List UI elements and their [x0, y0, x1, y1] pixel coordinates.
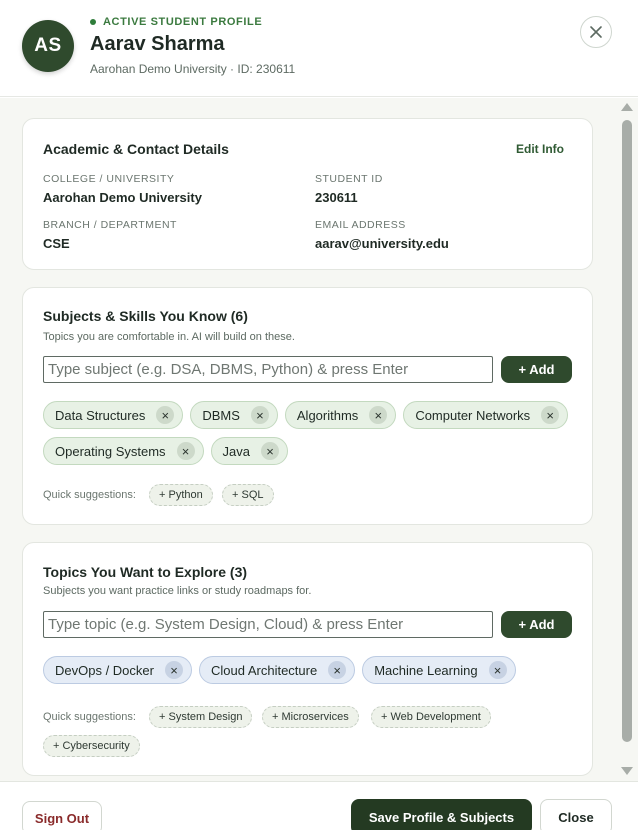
- explore-card: Topics You Want to Explore (3) Subjects …: [22, 542, 593, 776]
- remove-chip-icon[interactable]: ×: [261, 442, 280, 460]
- profile-name: Aarav Sharma: [90, 33, 225, 55]
- remove-chip-icon[interactable]: ×: [176, 442, 195, 460]
- scroll-down-arrow-icon[interactable]: [621, 767, 633, 775]
- close-button[interactable]: Close: [540, 799, 612, 830]
- status-text: ACTIVE STUDENT PROFILE: [103, 16, 263, 28]
- skill-chips-row-2: Operating Systems × Java ×: [43, 437, 289, 465]
- skill-chip: DBMS ×: [190, 401, 278, 429]
- scroll-up-arrow-icon[interactable]: [621, 103, 633, 111]
- chip-label: DevOps / Docker: [55, 662, 154, 678]
- avatar: AS: [22, 20, 74, 72]
- profile-scroll-area: Academic & Contact Details Edit Info COL…: [0, 98, 638, 781]
- remove-chip-icon[interactable]: ×: [164, 661, 183, 679]
- add-skill-button[interactable]: + Add: [501, 356, 572, 383]
- remove-chip-icon[interactable]: ×: [541, 406, 560, 424]
- status-indicator: ACTIVE STUDENT PROFILE: [90, 16, 262, 28]
- branch-value: CSE: [43, 236, 70, 251]
- academic-card-title: Academic & Contact Details: [43, 141, 229, 157]
- profile-subtitle: Aarohan Demo University · ID: 230611: [90, 62, 296, 76]
- chip-label: Algorithms: [296, 407, 359, 423]
- chip-label: DBMS: [202, 407, 240, 423]
- skill-chip: Operating Systems ×: [43, 437, 204, 465]
- skills-card-description: Topics you are comfortable in. AI will b…: [43, 331, 295, 343]
- suggestion-chip[interactable]: + Python: [149, 484, 213, 506]
- skill-input[interactable]: [43, 356, 493, 383]
- modal-footer: Sign Out Save Profile & Subjects Close: [0, 781, 638, 830]
- topic-chip: Machine Learning ×: [362, 656, 516, 684]
- suggestion-chip[interactable]: + System Design: [149, 706, 253, 728]
- chip-label: Java: [222, 443, 251, 459]
- topic-chip: DevOps / Docker ×: [43, 656, 192, 684]
- skills-suggestions-label: Quick suggestions:: [43, 489, 136, 501]
- topic-chip: Cloud Architecture ×: [198, 656, 356, 684]
- remove-chip-icon[interactable]: ×: [488, 661, 507, 679]
- suggestion-chip[interactable]: + Microservices: [262, 706, 359, 728]
- edit-info-link[interactable]: Edit Info: [516, 142, 564, 156]
- close-icon: [590, 26, 602, 38]
- student-id-value: 230611: [315, 190, 358, 205]
- skill-chips-row-1: Data Structures × DBMS × Algorithms × Compu…: [43, 401, 569, 429]
- chip-label: Computer Networks: [415, 407, 531, 423]
- add-topic-button[interactable]: + Add: [501, 611, 572, 638]
- sign-out-button[interactable]: Sign Out: [22, 801, 102, 830]
- chip-label: Operating Systems: [55, 443, 166, 459]
- student-id-label: STUDENT ID: [315, 173, 383, 185]
- profile-header: AS ACTIVE STUDENT PROFILE Aarav Sharma A…: [0, 0, 638, 97]
- remove-chip-icon[interactable]: ×: [156, 406, 175, 424]
- branch-label: BRANCH / DEPARTMENT: [43, 219, 177, 231]
- suggestion-chip[interactable]: + SQL: [222, 484, 274, 506]
- college-value: Aarohan Demo University: [43, 190, 202, 205]
- email-value: aarav@university.edu: [315, 236, 449, 251]
- academic-details-card: Academic & Contact Details Edit Info COL…: [22, 118, 593, 270]
- topic-input[interactable]: [43, 611, 493, 638]
- chip-label: Cloud Architecture: [210, 662, 318, 678]
- explore-card-title: Topics You Want to Explore (3): [43, 564, 248, 580]
- suggestion-chip[interactable]: + Web Development: [371, 706, 491, 728]
- remove-chip-icon[interactable]: ×: [250, 406, 269, 424]
- skills-card-title: Subjects & Skills You Know (6): [43, 308, 248, 324]
- status-dot-icon: [90, 19, 96, 25]
- skill-chip: Computer Networks ×: [403, 401, 569, 429]
- remove-chip-icon[interactable]: ×: [369, 406, 388, 424]
- suggestion-chip[interactable]: + Cybersecurity: [43, 735, 140, 757]
- remove-chip-icon[interactable]: ×: [328, 661, 347, 679]
- email-label: EMAIL ADDRESS: [315, 219, 406, 231]
- skill-chip: Java ×: [210, 437, 289, 465]
- scrollbar-thumb[interactable]: [622, 120, 632, 742]
- save-profile-button[interactable]: Save Profile & Subjects: [351, 799, 532, 830]
- skill-chip: Algorithms ×: [284, 401, 397, 429]
- chip-label: Data Structures: [55, 407, 146, 423]
- explore-card-description: Subjects you want practice links or stud…: [43, 585, 312, 597]
- scrollbar[interactable]: [618, 98, 638, 781]
- skill-chip: Data Structures ×: [43, 401, 184, 429]
- college-label: COLLEGE / UNIVERSITY: [43, 173, 175, 185]
- close-modal-button[interactable]: [580, 16, 612, 48]
- chip-label: Machine Learning: [374, 662, 478, 678]
- topic-chips-row: DevOps / Docker × Cloud Architecture × Mac…: [43, 656, 516, 684]
- explore-suggestions-label: Quick suggestions:: [43, 711, 136, 723]
- skills-card: Subjects & Skills You Know (6) Topics yo…: [22, 287, 593, 525]
